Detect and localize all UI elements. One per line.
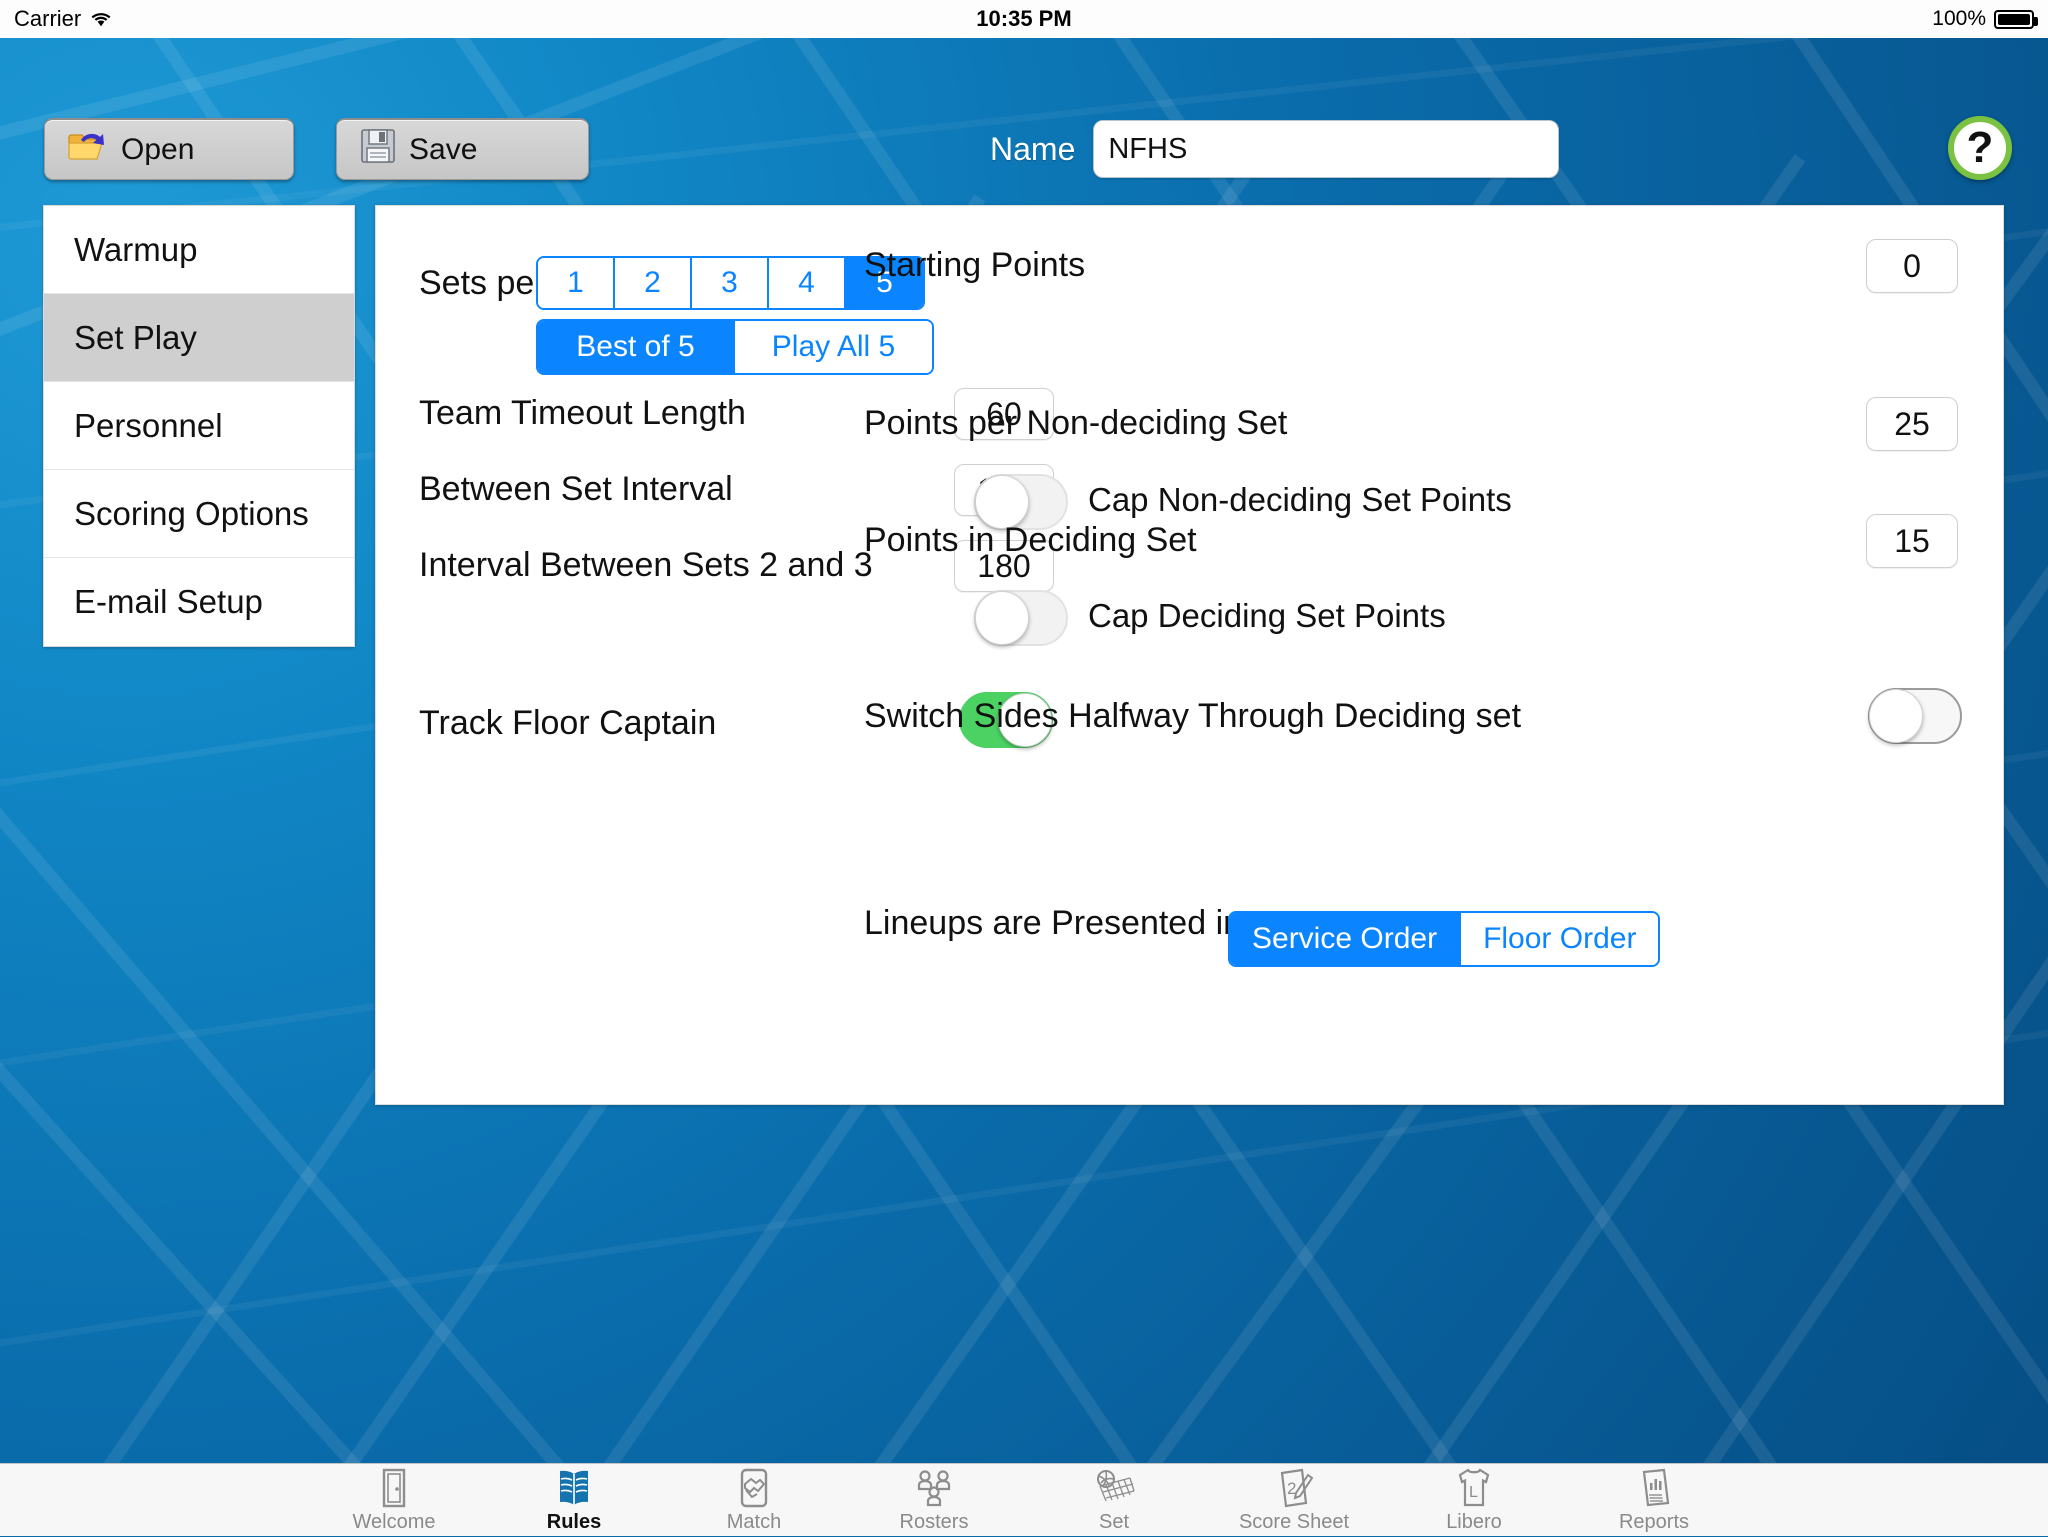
bottom-tab-bar: Welcome Rules Match Rosters Set 2 Score … [0, 1463, 2048, 1536]
volleyball-net-icon [1093, 1466, 1135, 1510]
points-per-non-deciding-set-value[interactable]: 25 [1866, 397, 1958, 451]
question-mark-icon: ? [1966, 123, 1994, 172]
tab-rosters[interactable]: Rosters [844, 1464, 1024, 1537]
cap-non-deciding-set-points-label: Cap Non-deciding Set Points [1088, 481, 1512, 518]
sidebar-item-label: Set Play [74, 318, 197, 356]
sets-option-3[interactable]: 3 [692, 258, 769, 308]
starting-points-row: Starting Points [864, 246, 1085, 285]
tab-label: Set [1098, 1511, 1130, 1533]
open-button[interactable]: Open [44, 118, 294, 180]
tab-label: Rules [546, 1511, 602, 1533]
open-book-icon [556, 1466, 592, 1510]
sets-option-2[interactable]: 2 [615, 258, 692, 308]
track-floor-captain-label: Track Floor Captain [419, 704, 717, 742]
set-play-settings-panel: Sets per Match 1 2 3 4 5 Best of 5 Play … [375, 205, 2004, 1105]
points-in-deciding-set-row: Points in Deciding Set [864, 521, 1197, 560]
toggle-knob [975, 591, 1029, 645]
track-floor-captain-row: Track Floor Captain [419, 704, 716, 743]
name-field-group: Name [990, 120, 1560, 178]
save-button[interactable]: Save [336, 118, 589, 180]
open-folder-icon [67, 128, 109, 172]
starting-points-label: Starting Points [864, 246, 1086, 284]
sidebar-item-set-play[interactable]: Set Play [44, 294, 354, 382]
open-button-label: Open [121, 132, 195, 166]
tab-reports[interactable]: Reports [1564, 1464, 1744, 1537]
tab-label: Rosters [899, 1511, 969, 1533]
sets-option-4[interactable]: 4 [769, 258, 846, 308]
points-per-non-deciding-set-label: Points per Non-deciding Set [864, 404, 1288, 442]
cap-deciding-set-points-row: Cap Deciding Set Points [1088, 597, 1446, 635]
status-bar-right: 100% [1932, 7, 2038, 31]
sidebar-item-label: Warmup [74, 230, 198, 268]
floppy-disk-icon [359, 127, 397, 173]
handshake-icon [737, 1466, 771, 1510]
tab-welcome[interactable]: Welcome [304, 1464, 484, 1537]
scoresheet-pencil-icon: 2 [1274, 1466, 1314, 1510]
door-icon [377, 1466, 411, 1510]
tab-label: Welcome [352, 1511, 436, 1533]
name-label: Name [990, 130, 1076, 167]
sidebar-item-label: Personnel [74, 406, 223, 444]
save-button-label: Save [409, 132, 478, 166]
report-chart-icon [1636, 1466, 1672, 1510]
lineups-presented-in-label: Lineups are Presented in [864, 904, 1243, 942]
people-icon [914, 1466, 954, 1510]
cap-deciding-set-points-toggle[interactable] [974, 590, 1068, 646]
team-timeout-length-label: Team Timeout Length [419, 394, 746, 432]
tab-score-sheet[interactable]: 2 Score Sheet [1204, 1464, 1384, 1537]
lineups-order-segmented-control[interactable]: Service Order Floor Order [1228, 911, 1661, 967]
between-set-interval-label: Between Set Interval [419, 470, 733, 508]
between-set-interval-row: Between Set Interval [419, 470, 733, 509]
sidebar-item-label: E-mail Setup [74, 583, 263, 620]
match-format-best-of-5[interactable]: Best of 5 [538, 321, 735, 373]
lineups-option-service-order[interactable]: Service Order [1230, 913, 1462, 965]
sidebar-item-personnel[interactable]: Personnel [44, 382, 354, 470]
tab-label: Reports [1618, 1511, 1690, 1533]
tab-rules[interactable]: Rules [484, 1464, 664, 1537]
switch-sides-halfway-label: Switch Sides Halfway Through Deciding se… [864, 697, 1522, 735]
lineups-presented-in-row: Lineups are Presented in [864, 904, 1242, 943]
starting-points-value[interactable]: 0 [1866, 239, 1958, 293]
status-bar: Carrier 10:35 PM 100% [0, 0, 2048, 38]
tab-label: Match [726, 1511, 782, 1533]
top-toolbar: Open Save Name ? [0, 38, 2048, 180]
cap-non-deciding-set-points-row: Cap Non-deciding Set Points [1088, 481, 1512, 519]
tab-set[interactable]: Set [1024, 1464, 1204, 1537]
settings-sidebar: Warmup Set Play Personnel Scoring Option… [43, 205, 355, 647]
interval-sets-2-3-row: Interval Between Sets 2 and 3 [419, 546, 873, 585]
points-per-non-deciding-set-row: Points per Non-deciding Set [864, 404, 1287, 443]
toggle-knob [1869, 689, 1923, 743]
interval-between-sets-2-and-3-label: Interval Between Sets 2 and 3 [419, 546, 873, 584]
cap-deciding-set-points-label: Cap Deciding Set Points [1088, 597, 1446, 634]
team-timeout-length-row: Team Timeout Length [419, 394, 746, 433]
match-format-play-all-5[interactable]: Play All 5 [735, 321, 932, 373]
points-in-deciding-set-value[interactable]: 15 [1866, 514, 1958, 568]
tab-label: Libero [1446, 1511, 1502, 1533]
status-bar-time: 10:35 PM [976, 6, 1072, 31]
switch-sides-halfway-row: Switch Sides Halfway Through Deciding se… [864, 697, 1521, 736]
switch-sides-halfway-toggle[interactable] [1868, 688, 1962, 744]
lineups-option-floor-order[interactable]: Floor Order [1461, 913, 1659, 965]
tab-match[interactable]: Match [664, 1464, 844, 1537]
tab-libero[interactable]: L Libero [1384, 1464, 1564, 1537]
sidebar-item-label: Scoring Options [74, 494, 309, 532]
match-format-segmented-control[interactable]: Best of 5 Play All 5 [536, 319, 934, 375]
sidebar-item-email-setup[interactable]: E-mail Setup [44, 558, 354, 646]
tab-label: Score Sheet [1238, 1511, 1350, 1533]
sets-option-1[interactable]: 1 [538, 258, 615, 308]
points-in-deciding-set-label: Points in Deciding Set [864, 521, 1197, 559]
sidebar-item-scoring-options[interactable]: Scoring Options [44, 470, 354, 558]
jersey-l-icon: L [1456, 1466, 1492, 1510]
battery-percent-label: 100% [1932, 7, 1986, 30]
sidebar-item-warmup[interactable]: Warmup [44, 206, 354, 294]
battery-full-icon [1994, 9, 2038, 29]
help-button[interactable]: ? [1948, 116, 2012, 180]
name-input[interactable] [1093, 120, 1560, 178]
svg-text:L: L [1469, 1484, 1478, 1501]
